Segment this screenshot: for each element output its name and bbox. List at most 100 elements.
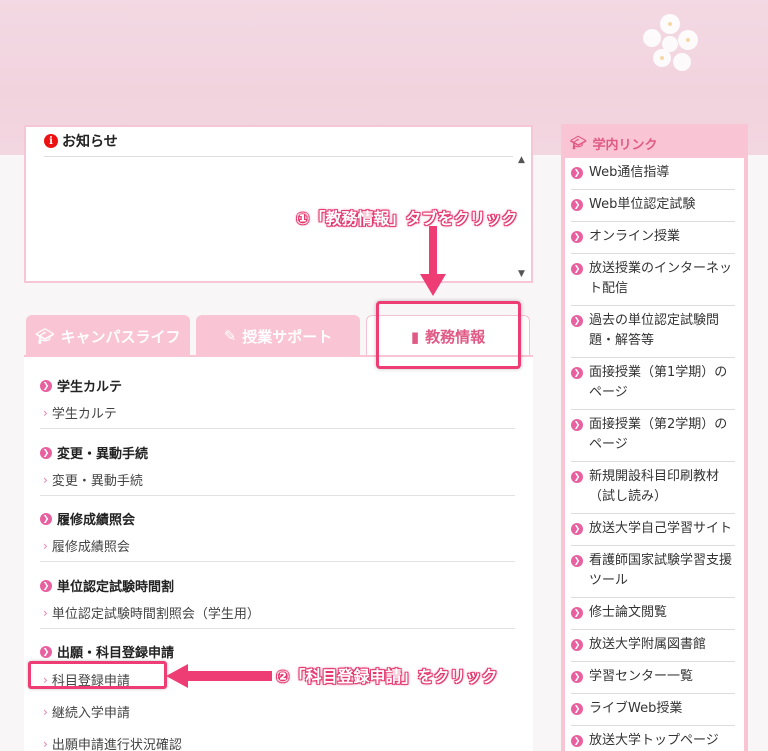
sidebar-item[interactable]: ❯ Web単位認定試験 — [571, 190, 735, 222]
chevron-right-icon: ❯ — [571, 735, 583, 747]
info-icon: i — [44, 134, 58, 148]
sidebar-item-label: オンライン授業 — [589, 229, 681, 244]
sidebar-item[interactable]: ❯ オンライン授業 — [571, 222, 735, 254]
chevron-icon: › — [43, 704, 48, 719]
section-grades: ❯ 履修成績照会 › 履修成績照会 — [40, 509, 515, 555]
divider — [40, 495, 515, 496]
sidebar-item-label: 新規開設科目印刷教材（試し読み） — [589, 469, 720, 504]
sidebar-item[interactable]: ❯ 新規開設科目印刷教材（試し読み） — [571, 462, 735, 514]
link-application-status[interactable]: › 出願申請進行状況確認 — [43, 734, 515, 751]
tab-highlight-box — [376, 301, 521, 369]
chevron-right-icon: ❯ — [571, 703, 583, 715]
sidebar-item[interactable]: ❯ 面接授業（第1学期）のページ — [571, 358, 735, 410]
sidebar-item[interactable]: ❯ 看護師国家試験学習支援ツール — [571, 546, 735, 598]
divider — [40, 428, 515, 429]
tab-campus-life[interactable]: 🎓︎ キャンパスライフ — [26, 315, 190, 357]
notice-box: i お知らせ ▲ ▼ — [24, 125, 533, 283]
chevron-right-icon: ❯ — [40, 446, 52, 459]
chevron-icon: › — [43, 472, 48, 487]
divider — [40, 561, 515, 562]
tab-class-support[interactable]: ✎ 授業サポート — [196, 315, 360, 357]
section-heading: 学生カルテ — [57, 380, 123, 395]
tab-label: キャンパスライフ — [60, 327, 181, 346]
sidebar-item[interactable]: ❯ 学習センター一覧 — [571, 662, 735, 694]
chevron-right-icon: ❯ — [40, 579, 52, 592]
chevron-icon: › — [43, 405, 48, 420]
callout-step2: ②「科目登録申請」をクリック — [276, 667, 498, 686]
link-student-karte[interactable]: › 学生カルテ — [43, 403, 515, 423]
sidebar-header: 🎓︎ 学内リンク — [565, 128, 744, 158]
sidebar-item[interactable]: ❯ 放送授業のインターネット配信 — [571, 254, 735, 306]
chevron-right-icon: ❯ — [571, 671, 583, 683]
chevron-right-icon: ❯ — [571, 263, 583, 275]
sidebar-item[interactable]: ❯ 過去の単位認定試験問題・解答等 — [571, 306, 735, 358]
section-student-karte: ❯ 学生カルテ › 学生カルテ — [40, 376, 515, 422]
sidebar-list: ❯ Web通信指導 ❯ Web単位認定試験 ❯ オンライン授業 ❯ 放送授業のインターネ… — [565, 158, 744, 751]
sidebar-item[interactable]: ❯ 放送大学附属図書館 — [571, 630, 735, 662]
sidebar-item[interactable]: ❯ Web通信指導 — [571, 158, 735, 190]
graduation-cap-icon: 🎓︎ — [35, 327, 55, 345]
sidebar-item[interactable]: ❯ 面接授業（第2学期）のページ — [571, 410, 735, 462]
sidebar-item-label: 放送授業のインターネット配信 — [589, 261, 733, 296]
sidebar-campus-links: 🎓︎ 学内リンク ❯ Web通信指導 ❯ Web単位認定試験 ❯ オンライン授業 ❯ 放… — [561, 124, 748, 751]
chevron-right-icon: ❯ — [40, 645, 52, 658]
sidebar-item-label: 修士論文閲覧 — [589, 605, 668, 620]
link-exam-schedule[interactable]: › 単位認定試験時間割照会（学生用） — [43, 603, 515, 623]
sidebar-item-label: Web単位認定試験 — [589, 197, 696, 212]
section-heading: 出願・科目登録申請 — [57, 646, 175, 661]
section-exam-schedule: ❯ 単位認定試験時間割 › 単位認定試験時間割照会（学生用） — [40, 576, 515, 622]
section-heading: 履修成績照会 — [57, 513, 136, 528]
section-registration: ❯ 出願・科目登録申請 › 科目登録申請 › 継続入学申請 › 出願申請進行状況確認 — [40, 642, 515, 751]
link-label: 出願申請進行状況確認 — [51, 738, 182, 751]
chevron-right-icon: ❯ — [571, 471, 583, 483]
chevron-right-icon: ❯ — [571, 367, 583, 379]
scroll-down-icon[interactable]: ▼ — [518, 269, 525, 279]
tab-label: 授業サポート — [242, 327, 333, 346]
graduation-cap-icon: 🎓︎ — [570, 135, 587, 151]
notice-divider — [44, 156, 513, 157]
chevron-right-icon: ❯ — [571, 199, 583, 211]
chevron-right-icon: ❯ — [571, 523, 583, 535]
sidebar-item[interactable]: ❯ 放送大学トップページ — [571, 726, 735, 751]
sidebar-item-label: 面接授業（第2学期）のページ — [589, 417, 728, 452]
notice-title: i お知らせ — [44, 131, 118, 151]
link-highlight-box — [28, 661, 167, 689]
link-continued-enrollment[interactable]: › 継続入学申請 — [43, 702, 515, 722]
link-label: 履修成績照会 — [51, 540, 130, 555]
section-heading: 単位認定試験時間割 — [57, 580, 175, 595]
scroll-up-icon[interactable]: ▲ — [518, 155, 525, 165]
sidebar-item[interactable]: ❯ ライブWeb授業 — [571, 694, 735, 726]
section-heading: 変更・異動手続 — [57, 447, 149, 462]
arrow-down-icon — [420, 226, 446, 296]
cherry-blossom-image — [643, 14, 698, 71]
link-label: 継続入学申請 — [51, 706, 130, 721]
notice-scrollbar[interactable]: ▲ ▼ — [517, 155, 529, 279]
sidebar-item-label: Web通信指導 — [589, 165, 670, 180]
sidebar-item[interactable]: ❯ 修士論文閲覧 — [571, 598, 735, 630]
section-change-procedure: ❯ 変更・異動手続 › 変更・異動手続 — [40, 443, 515, 489]
pencil-icon: ✎ — [223, 327, 237, 345]
notice-title-text: お知らせ — [62, 134, 118, 150]
chevron-right-icon: ❯ — [40, 379, 52, 392]
chevron-icon: › — [43, 538, 48, 553]
link-grades[interactable]: › 履修成績照会 — [43, 536, 515, 556]
chevron-right-icon: ❯ — [571, 639, 583, 651]
link-change-procedure[interactable]: › 変更・異動手続 — [43, 470, 515, 490]
sidebar-item-label: 看護師国家試験学習支援ツール — [589, 553, 733, 588]
sidebar-item-label: 面接授業（第1学期）のページ — [589, 365, 728, 400]
chevron-right-icon: ❯ — [571, 315, 583, 327]
sidebar-item-label: 学習センター一覧 — [589, 669, 694, 684]
arrow-left-icon — [166, 664, 272, 688]
chevron-icon: › — [43, 736, 48, 751]
sidebar-item[interactable]: ❯ 放送大学自己学習サイト — [571, 514, 735, 546]
chevron-right-icon: ❯ — [571, 419, 583, 431]
chevron-icon: › — [43, 605, 48, 620]
divider — [40, 628, 515, 629]
link-label: 単位認定試験時間割照会（学生用） — [51, 607, 260, 622]
chevron-right-icon: ❯ — [571, 231, 583, 243]
sidebar-item-label: 放送大学トップページ — [589, 733, 719, 748]
chevron-right-icon: ❯ — [571, 555, 583, 567]
link-label: 学生カルテ — [51, 407, 117, 422]
sidebar-item-label: ライブWeb授業 — [589, 701, 683, 716]
sidebar-title: 学内リンク — [592, 137, 658, 153]
